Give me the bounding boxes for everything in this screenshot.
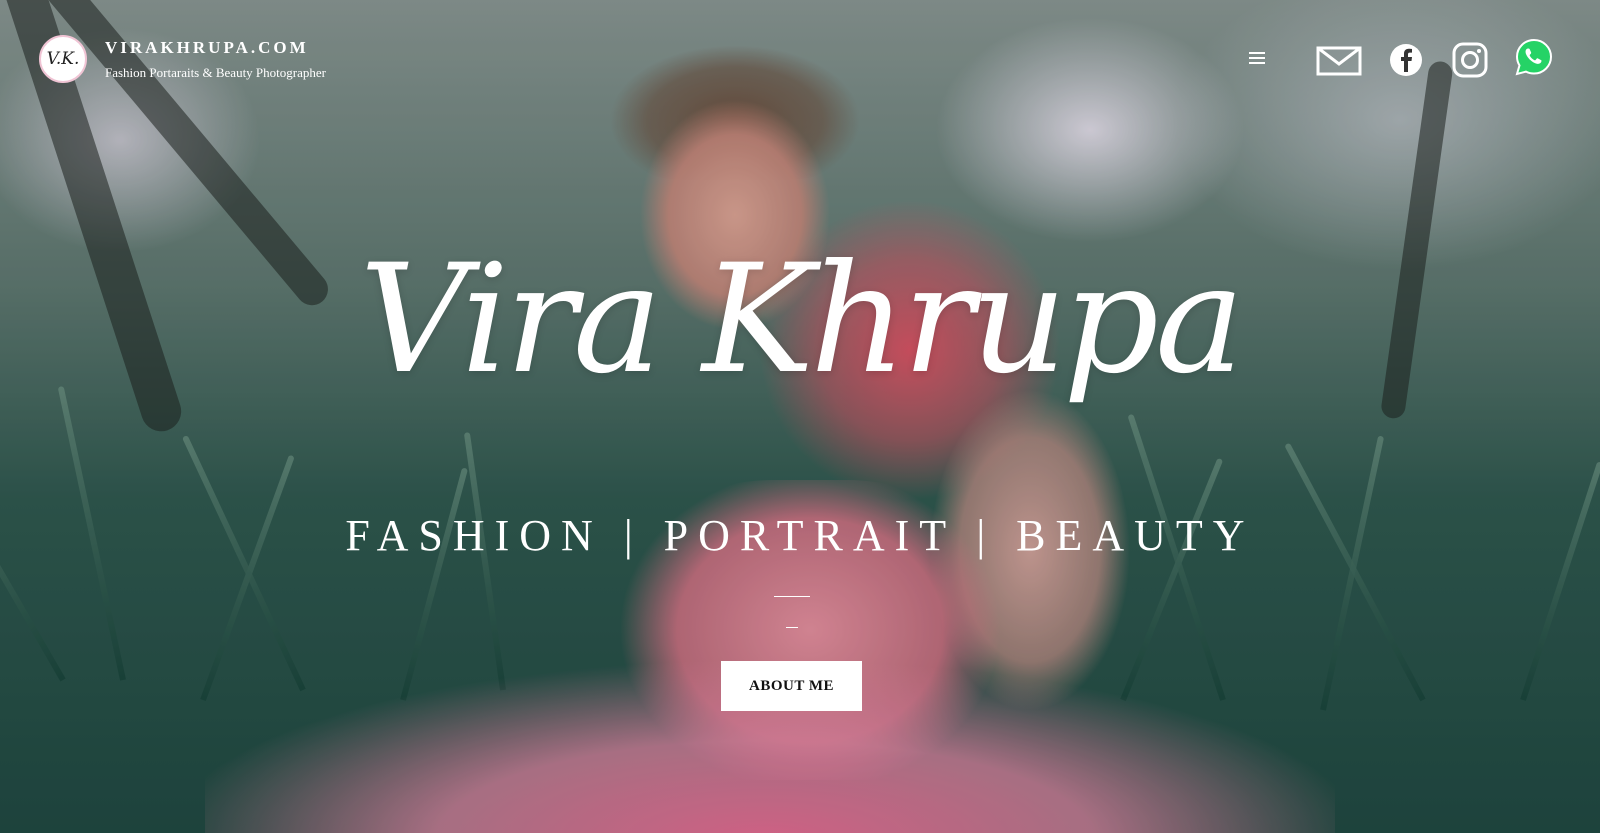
logo-monogram[interactable]: V.K.: [39, 35, 87, 83]
genres-tagline: FASHION | PORTRAIT | BEAUTY: [345, 511, 1255, 560]
divider-line: [774, 596, 810, 597]
site-tagline: Fashion Portaraits & Beauty Photographer: [105, 65, 326, 80]
about-me-button[interactable]: ABOUT ME: [721, 661, 862, 711]
whatsapp-icon[interactable]: [1514, 37, 1554, 77]
hamburger-menu-icon[interactable]: [1249, 52, 1265, 66]
photographer-name: Vira Khrupa: [359, 233, 1245, 407]
facebook-icon[interactable]: [1386, 40, 1426, 80]
site-title[interactable]: VIRAKHRUPA.COM: [105, 38, 309, 58]
instagram-icon[interactable]: [1450, 40, 1490, 80]
email-icon[interactable]: [1316, 40, 1362, 80]
divider-line-short: [786, 627, 798, 628]
